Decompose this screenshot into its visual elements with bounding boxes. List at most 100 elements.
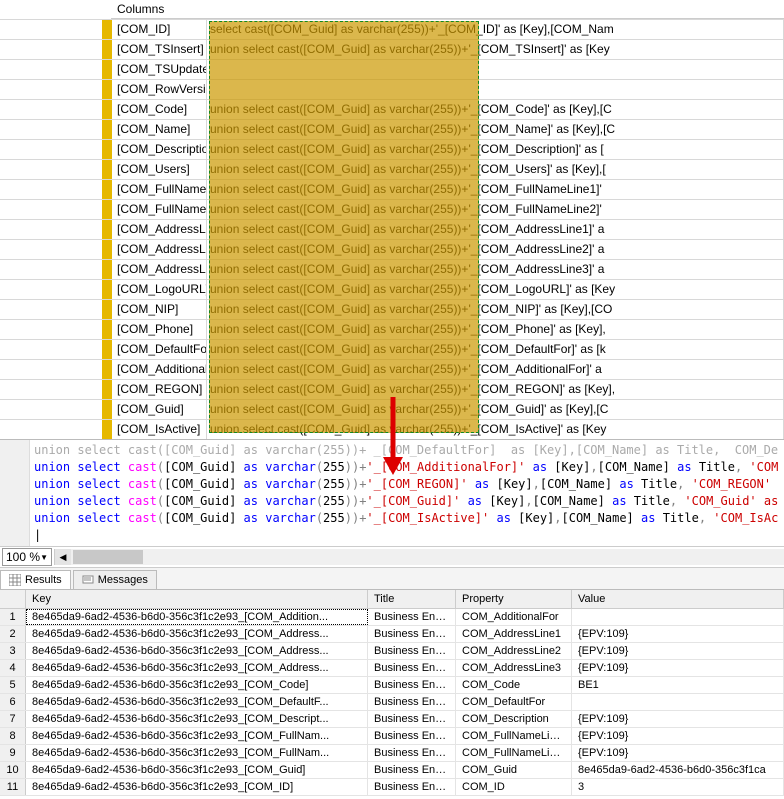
cell-property[interactable]: COM_FullNameLine1: [456, 728, 572, 744]
cell-property[interactable]: COM_DefaultFor: [456, 694, 572, 710]
cell-title[interactable]: Business Entity 1: [368, 762, 456, 778]
formula-cell[interactable]: union select cast([COM_Guid] as varchar(…: [207, 40, 784, 59]
cell-title[interactable]: Business Entity 1: [368, 728, 456, 744]
grid-row[interactable]: 18e465da9-6ad2-4536-b6d0-356c3f1c2e93_[C…: [0, 609, 784, 626]
column-name-cell[interactable]: [COM_Phone]: [112, 320, 207, 339]
cell-key[interactable]: 8e465da9-6ad2-4536-b6d0-356c3f1c2e93_[CO…: [26, 626, 368, 642]
cell-title[interactable]: Business Entity 1: [368, 711, 456, 727]
table-row[interactable]: [COM_AddressLine2]union select cast([COM…: [0, 239, 784, 259]
column-name-cell[interactable]: [COM_DefaultFor]: [112, 340, 207, 359]
scroll-left-icon[interactable]: ◀: [55, 549, 71, 565]
table-row[interactable]: [COM_ID]select cast([COM_Guid] as varcha…: [0, 19, 784, 39]
grid-header-value[interactable]: Value: [572, 590, 784, 608]
formula-cell[interactable]: union select cast([COM_Guid] as varchar(…: [207, 380, 784, 399]
table-row[interactable]: [COM_AddressLine1]union select cast([COM…: [0, 219, 784, 239]
row-number[interactable]: 7: [0, 711, 26, 727]
column-name-cell[interactable]: [COM_TSInsert]: [112, 40, 207, 59]
grid-header-key[interactable]: Key: [26, 590, 368, 608]
formula-cell[interactable]: [207, 80, 784, 99]
column-name-cell[interactable]: [COM_ID]: [112, 20, 207, 39]
grid-row[interactable]: 118e465da9-6ad2-4536-b6d0-356c3f1c2e93_[…: [0, 779, 784, 796]
table-row[interactable]: [COM_Users]union select cast([COM_Guid] …: [0, 159, 784, 179]
row-number[interactable]: 9: [0, 745, 26, 761]
formula-cell[interactable]: union select cast([COM_Guid] as varchar(…: [207, 120, 784, 139]
column-name-cell[interactable]: [COM_FullNameLine2]: [112, 200, 207, 219]
formula-cell[interactable]: union select cast([COM_Guid] as varchar(…: [207, 100, 784, 119]
formula-cell[interactable]: union select cast([COM_Guid] as varchar(…: [207, 180, 784, 199]
cell-property[interactable]: COM_AddressLine1: [456, 626, 572, 642]
column-name-cell[interactable]: [COM_Name]: [112, 120, 207, 139]
table-row[interactable]: [COM_Phone]union select cast([COM_Guid] …: [0, 319, 784, 339]
column-name-cell[interactable]: [COM_AdditionalFor]: [112, 360, 207, 379]
cell-key[interactable]: 8e465da9-6ad2-4536-b6d0-356c3f1c2e93_[CO…: [26, 677, 368, 693]
formula-cell[interactable]: union select cast([COM_Guid] as varchar(…: [207, 320, 784, 339]
cell-property[interactable]: COM_Description: [456, 711, 572, 727]
formula-cell[interactable]: union select cast([COM_Guid] as varchar(…: [207, 160, 784, 179]
cell-value[interactable]: 3: [572, 779, 784, 795]
cell-property[interactable]: COM_AddressLine3: [456, 660, 572, 676]
cell-title[interactable]: Business Entity 1: [368, 643, 456, 659]
cell-key[interactable]: 8e465da9-6ad2-4536-b6d0-356c3f1c2e93_[CO…: [26, 745, 368, 761]
cell-value[interactable]: [572, 609, 784, 625]
cell-value[interactable]: {EPV:109}: [572, 728, 784, 744]
cell-value[interactable]: 8e465da9-6ad2-4536-b6d0-356c3f1ca: [572, 762, 784, 778]
cell-key[interactable]: 8e465da9-6ad2-4536-b6d0-356c3f1c2e93_[CO…: [26, 711, 368, 727]
formula-cell[interactable]: union select cast([COM_Guid] as varchar(…: [207, 400, 784, 419]
formula-cell[interactable]: union select cast([COM_Guid] as varchar(…: [207, 420, 784, 439]
grid-row[interactable]: 58e465da9-6ad2-4536-b6d0-356c3f1c2e93_[C…: [0, 677, 784, 694]
column-name-cell[interactable]: [COM_FullNameLine1]: [112, 180, 207, 199]
table-row[interactable]: [COM_DefaultFor]union select cast([COM_G…: [0, 339, 784, 359]
table-row[interactable]: [COM_Name]union select cast([COM_Guid] a…: [0, 119, 784, 139]
formula-cell[interactable]: union select cast([COM_Guid] as varchar(…: [207, 140, 784, 159]
column-name-cell[interactable]: [COM_Description]: [112, 140, 207, 159]
column-name-cell[interactable]: [COM_RowVersion]: [112, 80, 207, 99]
cell-key[interactable]: 8e465da9-6ad2-4536-b6d0-356c3f1c2e93_[CO…: [26, 728, 368, 744]
table-row[interactable]: [COM_Description]union select cast([COM_…: [0, 139, 784, 159]
row-number[interactable]: 1: [0, 609, 26, 625]
column-name-cell[interactable]: [COM_Guid]: [112, 400, 207, 419]
column-name-cell[interactable]: [COM_IsActive]: [112, 420, 207, 439]
column-name-cell[interactable]: [COM_NIP]: [112, 300, 207, 319]
scroll-thumb[interactable]: [73, 550, 143, 564]
cell-value[interactable]: {EPV:109}: [572, 643, 784, 659]
formula-cell[interactable]: union select cast([COM_Guid] as varchar(…: [207, 200, 784, 219]
grid-header-title[interactable]: Title: [368, 590, 456, 608]
grid-row[interactable]: 78e465da9-6ad2-4536-b6d0-356c3f1c2e93_[C…: [0, 711, 784, 728]
formula-cell[interactable]: union select cast([COM_Guid] as varchar(…: [207, 240, 784, 259]
cell-value[interactable]: [572, 694, 784, 710]
table-row[interactable]: [COM_LogoURL]union select cast([COM_Guid…: [0, 279, 784, 299]
formula-cell[interactable]: select cast([COM_Guid] as varchar(255))+…: [207, 20, 784, 39]
table-row[interactable]: [COM_REGON]union select cast([COM_Guid] …: [0, 379, 784, 399]
cell-value[interactable]: BE1: [572, 677, 784, 693]
row-number[interactable]: 2: [0, 626, 26, 642]
column-name-cell[interactable]: [COM_AddressLine2]: [112, 240, 207, 259]
cell-key[interactable]: 8e465da9-6ad2-4536-b6d0-356c3f1c2e93_[CO…: [26, 694, 368, 710]
column-name-cell[interactable]: [COM_Code]: [112, 100, 207, 119]
column-name-cell[interactable]: [COM_LogoURL]: [112, 280, 207, 299]
row-number[interactable]: 8: [0, 728, 26, 744]
column-name-cell[interactable]: [COM_AddressLine1]: [112, 220, 207, 239]
table-row[interactable]: [COM_TSInsert]union select cast([COM_Gui…: [0, 39, 784, 59]
formula-cell[interactable]: union select cast([COM_Guid] as varchar(…: [207, 300, 784, 319]
cell-key[interactable]: 8e465da9-6ad2-4536-b6d0-356c3f1c2e93_[CO…: [26, 762, 368, 778]
tab-messages[interactable]: Messages: [73, 570, 157, 589]
row-number[interactable]: 5: [0, 677, 26, 693]
cell-key[interactable]: 8e465da9-6ad2-4536-b6d0-356c3f1c2e93_[CO…: [26, 643, 368, 659]
horizontal-scrollbar[interactable]: ◀: [54, 549, 784, 565]
cell-property[interactable]: COM_ID: [456, 779, 572, 795]
formula-cell[interactable]: [207, 60, 784, 79]
grid-row[interactable]: 88e465da9-6ad2-4536-b6d0-356c3f1c2e93_[C…: [0, 728, 784, 745]
cell-key[interactable]: 8e465da9-6ad2-4536-b6d0-356c3f1c2e93_[CO…: [26, 660, 368, 676]
formula-cell[interactable]: union select cast([COM_Guid] as varchar(…: [207, 280, 784, 299]
cell-title[interactable]: Business Entity 1: [368, 779, 456, 795]
grid-row[interactable]: 108e465da9-6ad2-4536-b6d0-356c3f1c2e93_[…: [0, 762, 784, 779]
cell-key[interactable]: 8e465da9-6ad2-4536-b6d0-356c3f1c2e93_[CO…: [26, 779, 368, 795]
cell-value[interactable]: {EPV:109}: [572, 711, 784, 727]
table-row[interactable]: [COM_Guid]union select cast([COM_Guid] a…: [0, 399, 784, 419]
grid-row[interactable]: 28e465da9-6ad2-4536-b6d0-356c3f1c2e93_[C…: [0, 626, 784, 643]
tab-results[interactable]: Results: [0, 570, 71, 589]
column-name-cell[interactable]: [COM_AddressLine3]: [112, 260, 207, 279]
table-row[interactable]: [COM_RowVersion]: [0, 79, 784, 99]
cell-title[interactable]: Business Entity 1: [368, 745, 456, 761]
cell-title[interactable]: Business Entity 1: [368, 660, 456, 676]
